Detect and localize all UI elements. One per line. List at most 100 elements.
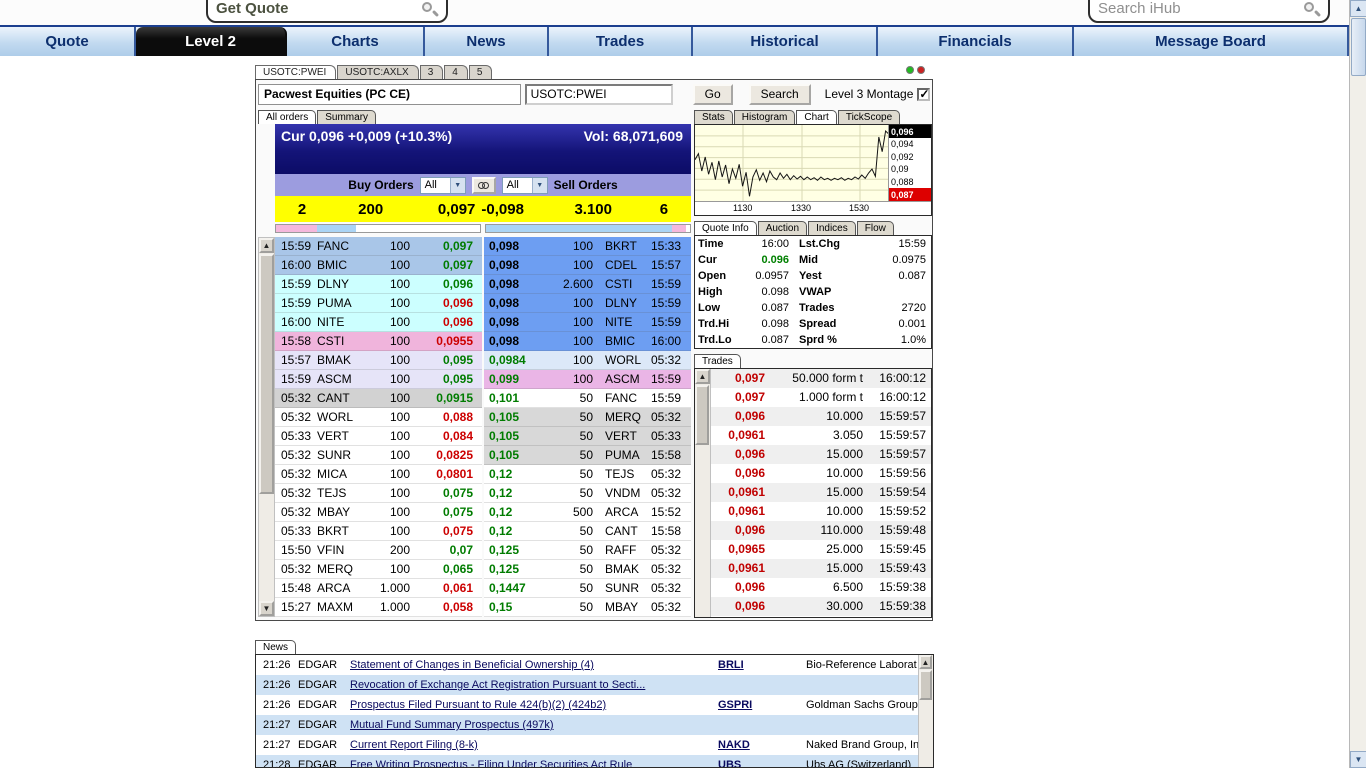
chart-tab-stats[interactable]: Stats [694,110,733,124]
ask-row-TEJS[interactable]: 0,12 50 TEJS 05:32 [484,465,691,484]
scroll-thumb[interactable] [1351,18,1366,76]
ask-row-BMAK[interactable]: 0,125 50 BMAK 05:32 [484,560,691,579]
bid-row-TEJS[interactable]: 05:32 TEJS 100 0,075 [275,484,482,503]
ask-row-ARCA[interactable]: 0,12 500 ARCA 15:52 [484,503,691,522]
bid-row-MBAY[interactable]: 05:32 MBAY 100 0,075 [275,503,482,522]
news-headline-link[interactable]: Current Report Filing (8-k) [350,735,692,755]
ask-row-VNDM[interactable]: 0,12 50 VNDM 05:32 [484,484,691,503]
nav-tab-financials[interactable]: Financials [878,27,1074,56]
news-symbol-link[interactable]: GSPRI [692,695,786,715]
trade-row[interactable]: 0,0965 25.000 15:59:45 [711,540,931,559]
bid-row-MERQ[interactable]: 05:32 MERQ 100 0,065 [275,560,482,579]
trade-row[interactable]: 0,096 10.000 15:59:57 [711,407,931,426]
news-row[interactable]: 21:27 EDGAR Mutual Fund Summary Prospectus… [256,715,933,735]
trade-row[interactable]: 0,096 6.500 15:59:38 [711,578,931,597]
search-icon[interactable] [1302,0,1322,18]
ask-row-VERT[interactable]: 0,105 50 VERT 05:33 [484,427,691,446]
trade-row[interactable]: 0,096 30.000 15:59:38 [711,597,931,616]
bid-row-BMAK[interactable]: 15:57 BMAK 100 0,095 [275,351,482,370]
tab-trades[interactable]: Trades [694,354,741,368]
ask-row-RAFF[interactable]: 0,125 50 RAFF 05:32 [484,541,691,560]
trade-row[interactable]: 0,0961 15.000 15:59:43 [711,559,931,578]
news-row[interactable]: 21:27 EDGAR Current Report Filing (8-k) NAK… [256,735,933,755]
bid-row-MAXM[interactable]: 15:27 MAXM 1.000 0,058 [275,598,482,617]
level3-checkbox[interactable] [917,87,930,101]
trade-row[interactable]: 0,097 1.000 form t 16:00:12 [711,388,931,407]
nav-tab-historical[interactable]: Historical [693,27,878,56]
news-headline-link[interactable]: Prospectus Filed Pursuant to Rule 424(b)… [350,695,692,715]
bid-row-CSTI[interactable]: 15:58 CSTI 100 0,0955 [275,332,482,351]
sell-orders-select[interactable]: All ▼ [501,176,548,194]
get-quote-input[interactable]: Get Quote [206,0,448,23]
trade-row[interactable]: 0,0961 15.000 15:59:54 [711,483,931,502]
scroll-thumb[interactable] [695,385,709,445]
bid-row-FANC[interactable]: 15:59 FANC 100 0,097 [275,237,482,256]
link-orders-button[interactable] [471,176,496,194]
nav-tab-message-board[interactable]: Message Board [1074,27,1349,56]
book-scrollbar[interactable]: ▲ ▼ [258,237,275,617]
bid-row-VFIN[interactable]: 15:50 VFIN 200 0,07 [275,541,482,560]
page-scrollbar[interactable]: ▲ ▼ [1349,0,1366,768]
bid-row-NITE[interactable]: 16:00 NITE 100 0,096 [275,313,482,332]
news-row[interactable]: 21:26 EDGAR Statement of Changes in Benefi… [256,655,933,675]
ask-row-NITE[interactable]: 0,098 100 NITE 15:59 [484,313,691,332]
view-tab-summary[interactable]: Summary [317,110,377,124]
bid-row-DLNY[interactable]: 15:59 DLNY 100 0,096 [275,275,482,294]
bid-row-BMIC[interactable]: 16:00 BMIC 100 0,097 [275,256,482,275]
news-headline-link[interactable]: Mutual Fund Summary Prospectus (497k) [350,715,692,735]
info-tab-auction[interactable]: Auction [757,221,808,235]
nav-tab-news[interactable]: News [425,27,549,56]
news-headline-link[interactable]: Revocation of Exchange Act Registration … [350,675,692,695]
info-tab-quote-info[interactable]: Quote Info [694,221,757,235]
chart-tab-histogram[interactable]: Histogram [733,110,796,124]
ask-row-MERQ[interactable]: 0,105 50 MERQ 05:32 [484,408,691,427]
montage-tab-3[interactable]: 3 [419,65,444,79]
montage-tab-usotc-axlx[interactable]: USOTC:AXLX [337,65,419,79]
info-tab-flow[interactable]: Flow [856,221,894,235]
ask-row-MBAY[interactable]: 0,15 50 MBAY 05:32 [484,598,691,617]
scroll-down-icon[interactable]: ▼ [1350,751,1366,768]
news-symbol-link[interactable] [692,675,786,695]
nav-tab-level-2[interactable]: Level 2 [136,27,287,56]
news-scrollbar[interactable]: ▲ [918,655,933,767]
news-row[interactable]: 21:26 EDGAR Revocation of Exchange Act Reg… [256,675,933,695]
scroll-thumb[interactable] [259,254,274,494]
buy-orders-select[interactable]: All ▼ [419,176,466,194]
ask-row-ASCM[interactable]: 0,099 100 ASCM 15:59 [484,370,691,389]
scroll-up-icon[interactable]: ▲ [695,369,710,384]
montage-tab-5[interactable]: 5 [468,65,493,79]
news-headline-link[interactable]: Statement of Changes in Beneficial Owner… [350,655,692,675]
scroll-up-icon[interactable]: ▲ [1350,0,1366,17]
info-tab-indices[interactable]: Indices [808,221,856,235]
search-ihub-input[interactable]: Search iHub [1088,0,1330,23]
bid-row-BKRT[interactable]: 05:33 BKRT 100 0,075 [275,522,482,541]
ask-row-BKRT[interactable]: 0,098 100 BKRT 15:33 [484,237,691,256]
ask-row-WORL[interactable]: 0,0984 100 WORL 05:32 [484,351,691,370]
ask-row-DLNY[interactable]: 0,098 100 DLNY 15:59 [484,294,691,313]
view-tab-all-orders[interactable]: All orders [258,110,317,124]
bid-row-VERT[interactable]: 05:33 VERT 100 0,084 [275,427,482,446]
trade-row[interactable]: 0,096 10.000 15:59:56 [711,464,931,483]
scroll-down-icon[interactable]: ▼ [259,601,274,616]
ask-row-CANT[interactable]: 0,12 50 CANT 15:58 [484,522,691,541]
chart-tab-tickscope[interactable]: TickScope [837,110,901,124]
news-headline-link[interactable]: Free Writing Prospectus - Filing Under S… [350,755,692,767]
montage-tab-usotc-pwei[interactable]: USOTC:PWEI [255,65,337,79]
bid-row-SUNR[interactable]: 05:32 SUNR 100 0,0825 [275,446,482,465]
scroll-thumb[interactable] [919,670,932,700]
trade-row[interactable]: 0,096 110.000 15:59:48 [711,521,931,540]
tab-news[interactable]: News [255,640,297,654]
nav-tab-charts[interactable]: Charts [287,27,425,56]
scroll-up-icon[interactable]: ▲ [919,655,932,669]
news-row[interactable]: 21:28 EDGAR Free Writing Prospectus - Fili… [256,755,933,767]
nav-tab-quote[interactable]: Quote [0,27,136,56]
news-symbol-link[interactable]: NAKD [692,735,786,755]
news-row[interactable]: 21:26 EDGAR Prospectus Filed Pursuant to R… [256,695,933,715]
news-symbol-link[interactable]: BRLI [692,655,786,675]
ask-row-PUMA[interactable]: 0,105 50 PUMA 15:58 [484,446,691,465]
ask-row-SUNR[interactable]: 0,1447 50 SUNR 05:32 [484,579,691,598]
scroll-up-icon[interactable]: ▲ [259,238,274,253]
montage-tab-4[interactable]: 4 [444,65,468,79]
search-icon[interactable] [420,0,440,18]
bid-row-ASCM[interactable]: 15:59 ASCM 100 0,095 [275,370,482,389]
